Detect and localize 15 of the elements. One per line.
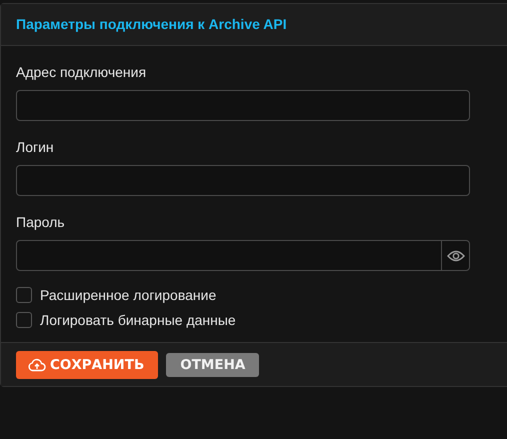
password-field[interactable] (16, 240, 470, 271)
cancel-button[interactable]: ОТМЕНА (166, 353, 260, 377)
input-field[interactable] (16, 90, 470, 121)
checkbox[interactable] (16, 312, 32, 328)
checkbox-label: Логировать бинарные данные (40, 312, 236, 328)
checkbox[interactable] (16, 287, 32, 303)
save-button[interactable]: СОХРАНИТЬ (16, 351, 158, 379)
input-field[interactable] (16, 165, 470, 196)
cloud-upload-icon (28, 358, 46, 372)
field-label: Адрес подключения (16, 64, 148, 80)
checkbox-label: Расширенное логирование (40, 287, 216, 303)
field-label: Логин (16, 139, 55, 155)
field-label: Пароль (16, 214, 66, 230)
panel-title: Параметры подключения к Archive API (16, 16, 287, 32)
eye-icon[interactable] (446, 250, 464, 262)
